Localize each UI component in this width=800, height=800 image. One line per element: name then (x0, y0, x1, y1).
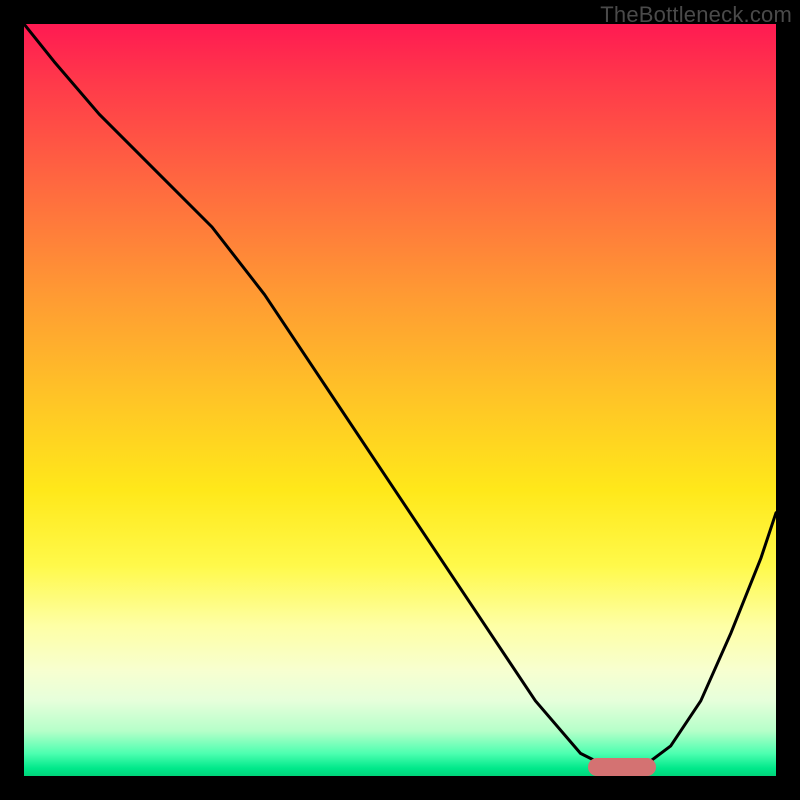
optimal-range-marker (588, 758, 656, 776)
bottleneck-curve (24, 24, 776, 769)
chart-frame: TheBottleneck.com (0, 0, 800, 800)
plot-area (24, 24, 776, 776)
curve-layer (24, 24, 776, 776)
